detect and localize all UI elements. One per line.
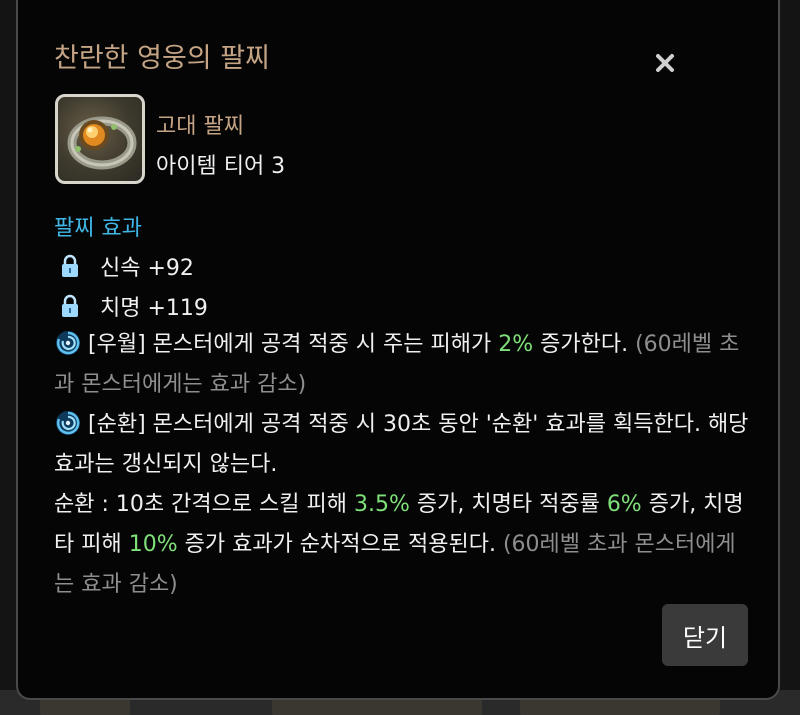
section-title-bracelet-effects: 팔찌 효과 [54, 216, 142, 241]
highlight-value: 2% [498, 332, 534, 357]
effect-cycle: [순환] 몬스터에게 공격 적중 시 30초 동안 '순환' 효과를 획득한다.… [54, 405, 754, 605]
effect-superiority: [우월] 몬스터에게 공격 적중 시 주는 피해가 2% 증가한다. (60레벨… [54, 325, 754, 405]
highlight-value: 3.5% [354, 492, 410, 517]
dialog-title: 찬란한 영웅의 팔찌 [54, 43, 270, 74]
lock-icon [62, 294, 78, 317]
item-category: 고대 팔찌 [156, 114, 244, 139]
item-tooltip-dialog: 찬란한 영웅의 팔찌 고대 팔찌 아이템 티어 3 팔찌 효과 신속 +92 치… [16, 0, 780, 700]
effect-text: 순환 : 10초 간격으로 스킬 피해 [54, 492, 355, 517]
bracelet-item-image [55, 94, 145, 184]
swirl-icon [56, 411, 80, 435]
stat-row: 치명 +119 [60, 290, 208, 322]
effect-text: [순환] 몬스터에게 공격 적중 시 30초 동안 '순환' 효과를 획득한다.… [54, 412, 749, 477]
close-icon[interactable] [650, 48, 680, 78]
stat-row: 신속 +92 [60, 250, 194, 282]
lock-icon [62, 254, 78, 277]
highlight-value: 10% [128, 532, 178, 557]
stat-label: 신속 +92 [100, 256, 194, 281]
item-tier: 아이템 티어 3 [156, 154, 286, 179]
effect-text: [우월] 몬스터에게 공격 적중 시 주는 피해가 [88, 332, 499, 357]
effect-text: 증가 효과가 순차적으로 적용된다. [177, 532, 503, 557]
close-button[interactable]: 닫기 [662, 604, 748, 666]
swirl-icon [56, 331, 80, 355]
stat-label: 치명 +119 [100, 296, 208, 321]
effect-text: 증가한다. [533, 332, 636, 357]
highlight-value: 6% [606, 492, 642, 517]
effect-text: 증가, 치명타 적중률 [409, 492, 607, 517]
